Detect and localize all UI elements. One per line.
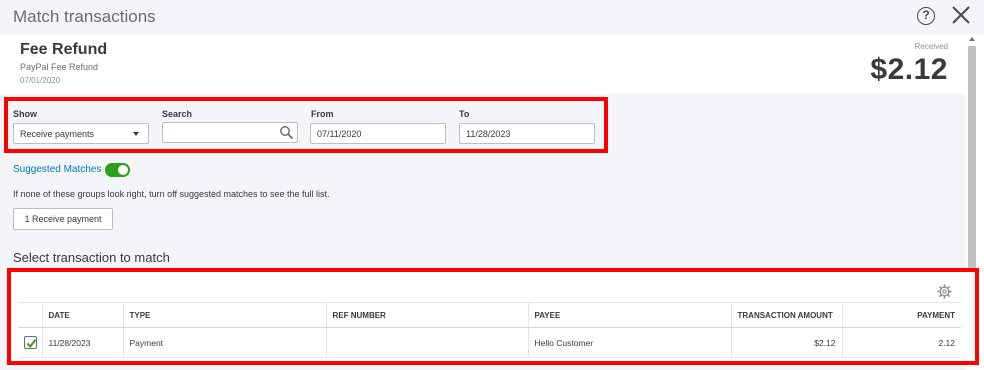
scroll-up-icon[interactable] — [969, 37, 975, 41]
received-amount: $2.12 — [870, 53, 948, 86]
from-date-value: 07/11/2020 — [317, 129, 362, 139]
table-row[interactable]: 11/28/2023 Payment Hello Customer $2.12 … — [18, 327, 961, 358]
receive-payment-group-button[interactable]: 1 Receive payment — [13, 208, 113, 230]
help-icon[interactable]: ? — [917, 7, 935, 25]
column-header-date[interactable]: DATE — [42, 302, 124, 328]
check-icon — [26, 339, 37, 349]
column-header-select — [18, 302, 43, 328]
to-label: To — [459, 109, 470, 119]
column-header-ref-number[interactable]: REF NUMBER — [326, 302, 529, 328]
row-select-cell — [18, 327, 43, 358]
dialog-titlebar: Match transactions ? — [0, 0, 984, 34]
close-icon[interactable] — [950, 4, 972, 26]
transaction-date: 07/01/2020 — [20, 76, 61, 85]
cell-date: 11/28/2023 — [42, 327, 124, 358]
gear-icon[interactable] — [937, 284, 952, 299]
column-header-type[interactable]: TYPE — [123, 302, 327, 328]
suggested-matches-hint: If none of these groups look right, turn… — [13, 189, 330, 199]
match-table: DATE TYPE REF NUMBER PAYEE TRANSACTION A… — [18, 302, 961, 358]
row-checkbox[interactable] — [24, 336, 37, 349]
section-title: Select transaction to match — [13, 250, 170, 265]
show-dropdown-value: Receive payments — [20, 129, 95, 139]
transaction-summary: Fee Refund PayPal Fee Refund 07/01/2020 … — [0, 34, 966, 94]
caret-down-icon — [133, 132, 139, 136]
from-label: From — [311, 109, 334, 119]
scrollbar-thumb[interactable] — [968, 46, 976, 268]
show-dropdown[interactable]: Receive payments — [13, 123, 149, 144]
column-header-payee[interactable]: PAYEE — [528, 302, 732, 328]
search-label: Search — [162, 109, 193, 119]
from-date-input[interactable]: 07/11/2020 — [310, 123, 446, 144]
dialog-title: Match transactions — [13, 7, 156, 26]
search-input[interactable] — [162, 122, 298, 143]
match-table-highlight: DATE TYPE REF NUMBER PAYEE TRANSACTION A… — [7, 268, 979, 365]
transaction-description: PayPal Fee Refund — [20, 62, 99, 72]
to-date-value: 11/28/2023 — [466, 129, 511, 139]
search-icon[interactable] — [279, 125, 294, 140]
cell-payment[interactable]: 2.12 — [842, 327, 961, 358]
toggle-knob — [118, 165, 128, 175]
cell-payee: Hello Customer — [528, 327, 732, 358]
table-header-row: DATE TYPE REF NUMBER PAYEE TRANSACTION A… — [18, 302, 961, 328]
suggested-matches-toggle[interactable] — [105, 163, 130, 177]
show-label: Show — [13, 109, 37, 119]
transaction-name: Fee Refund — [20, 41, 108, 58]
received-label: Received — [914, 42, 948, 51]
to-date-input[interactable]: 11/28/2023 — [459, 123, 595, 144]
cell-ref-number — [326, 327, 529, 358]
cell-transaction-amount: $2.12 — [731, 327, 843, 358]
suggested-matches-label[interactable]: Suggested Matches — [13, 164, 101, 175]
column-header-payment[interactable]: PAYMENT — [842, 302, 961, 328]
column-header-transaction-amount[interactable]: TRANSACTION AMOUNT — [731, 302, 843, 328]
cell-type: Payment — [123, 327, 327, 358]
